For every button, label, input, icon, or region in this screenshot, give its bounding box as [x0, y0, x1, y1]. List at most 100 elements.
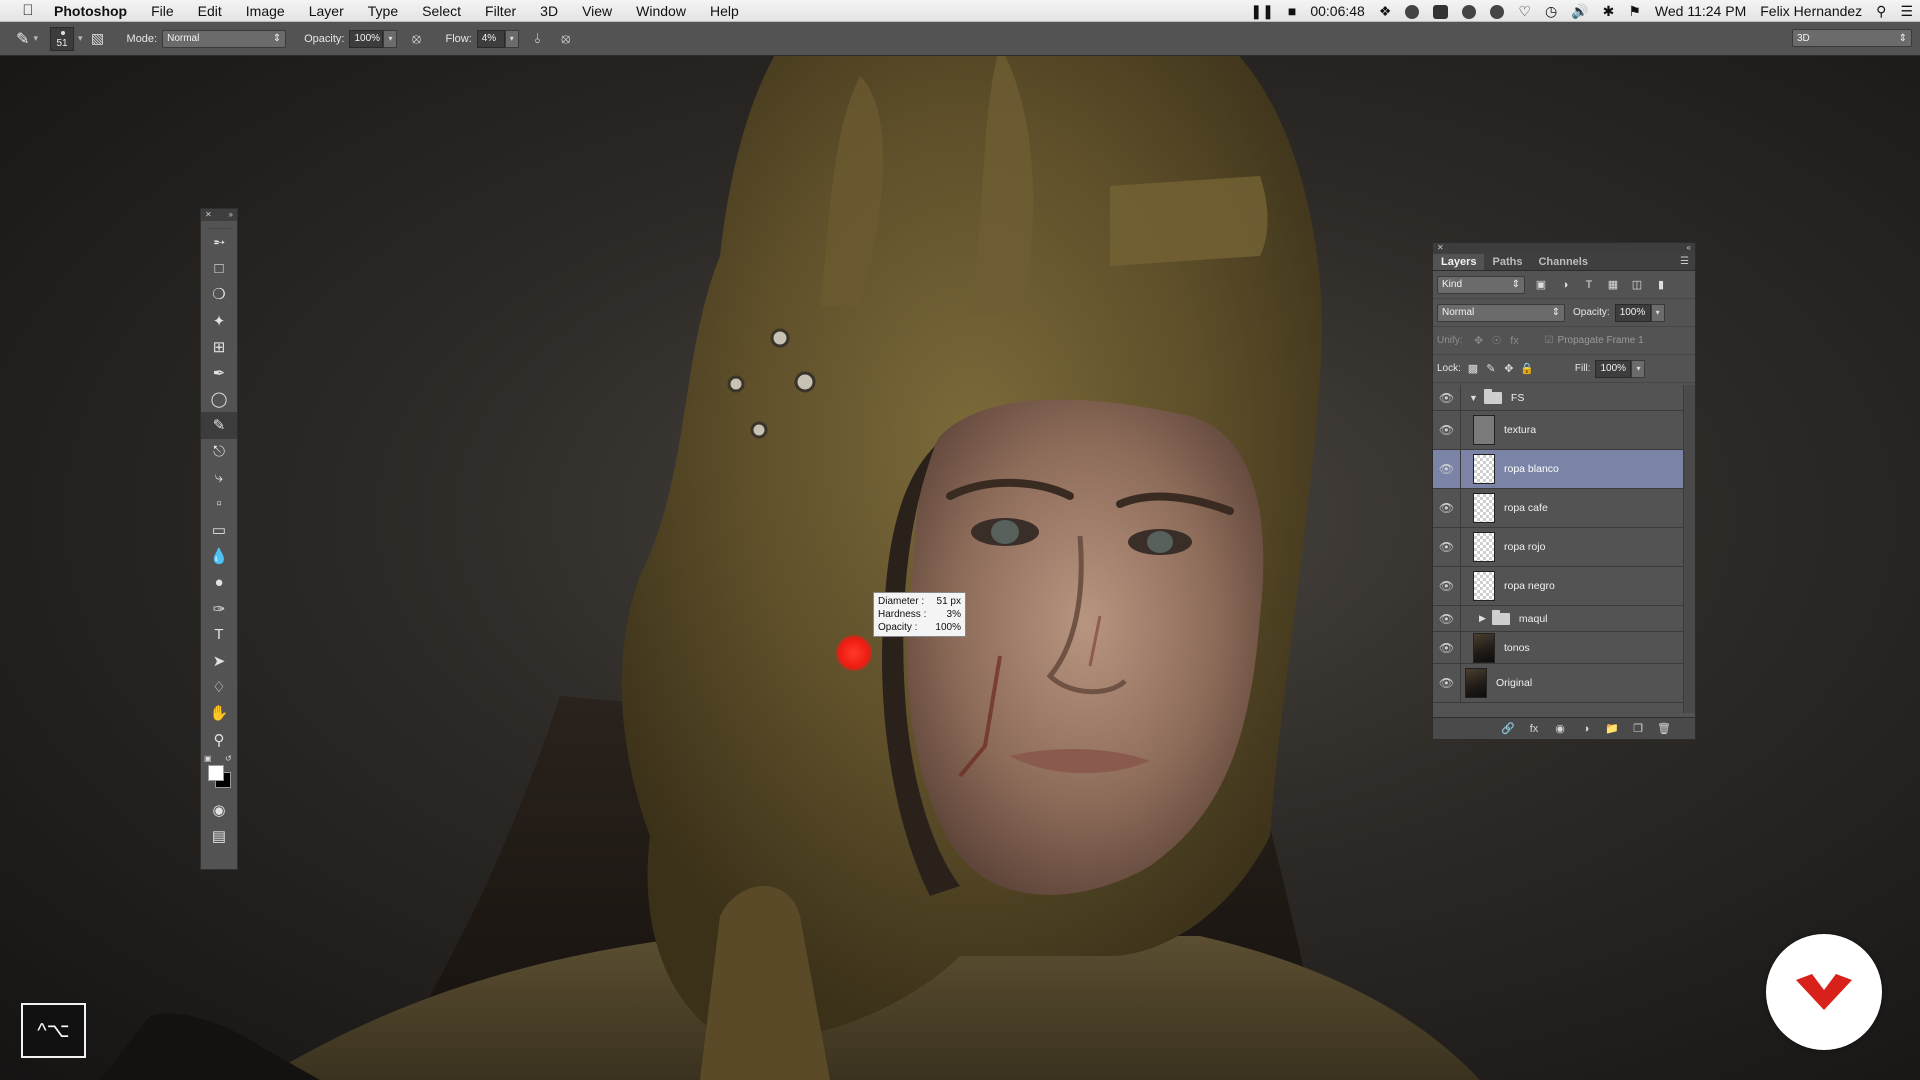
opacity-slider-arrow-icon[interactable]: ▾: [383, 29, 398, 48]
layer-ropa-rojo[interactable]: 👁 ropa rojo: [1433, 527, 1683, 567]
filter-type-icon[interactable]: T: [1581, 277, 1597, 293]
menu-file[interactable]: File: [139, 0, 186, 22]
adjustment-layer-icon[interactable]: ◑: [1573, 723, 1599, 735]
trash-icon[interactable]: 🗑: [1651, 722, 1677, 735]
visibility-eye-icon[interactable]: 👁: [1433, 631, 1461, 664]
menu-edit[interactable]: Edit: [186, 0, 234, 22]
visibility-eye-icon[interactable]: 👁: [1433, 488, 1461, 528]
panel-grip[interactable]: [207, 221, 231, 229]
filter-shape-icon[interactable]: ▦: [1605, 277, 1621, 293]
unify-visibility-icon[interactable]: ☉: [1489, 333, 1505, 349]
close-panel-icon[interactable]: ✕: [205, 209, 212, 221]
layers-scrollbar[interactable]: [1683, 385, 1695, 713]
filter-pixel-icon[interactable]: ▣: [1533, 277, 1549, 293]
spotlight-search-icon[interactable]: ⚲: [1869, 0, 1893, 22]
type-tool-icon[interactable]: T: [201, 622, 237, 648]
visibility-eye-icon[interactable]: 👁: [1433, 449, 1461, 489]
menu-layer[interactable]: Layer: [297, 0, 356, 22]
lock-transparent-icon[interactable]: ▩: [1465, 361, 1481, 377]
pause-recording-icon[interactable]: ❚❚: [1243, 0, 1280, 22]
eraser-tool-icon[interactable]: ▫: [201, 491, 237, 517]
new-layer-icon[interactable]: ❐: [1625, 722, 1651, 735]
move-tool-icon[interactable]: ➵: [201, 229, 237, 255]
shield-icon[interactable]: ♡: [1511, 0, 1538, 22]
close-panel-icon[interactable]: ✕: [1437, 243, 1444, 253]
fill-slider-arrow-icon[interactable]: ▾: [1631, 359, 1646, 378]
history-brush-tool-icon[interactable]: ⤷: [201, 465, 237, 491]
app-menu-photoshop[interactable]: Photoshop: [52, 0, 139, 22]
app-tray-icon[interactable]: [1426, 0, 1455, 22]
visibility-eye-icon[interactable]: 👁: [1433, 410, 1461, 450]
eyedropper-tool-icon[interactable]: ✒: [201, 360, 237, 386]
link-layers-icon[interactable]: 🔗: [1495, 722, 1521, 735]
tab-layers[interactable]: Layers: [1433, 254, 1485, 270]
fill-field[interactable]: 100%: [1595, 359, 1632, 378]
hand-tool-icon[interactable]: ✋: [201, 700, 237, 726]
tab-channels[interactable]: Channels: [1530, 254, 1596, 270]
visibility-eye-icon[interactable]: 👁: [1433, 605, 1461, 632]
dropbox-icon[interactable]: ❖: [1372, 0, 1399, 22]
filter-smart-object-icon[interactable]: ◫: [1629, 277, 1645, 293]
menu-view[interactable]: View: [570, 0, 624, 22]
clock-datetime[interactable]: Wed 11:24 PM: [1648, 0, 1753, 22]
lasso-tool-icon[interactable]: ❍: [201, 281, 237, 307]
brush-panel-toggle-icon[interactable]: ▧: [87, 28, 109, 50]
filter-kind-select[interactable]: Kind ⇕: [1437, 275, 1525, 294]
menu-window[interactable]: Window: [624, 0, 698, 22]
brush-tool-icon[interactable]: ✎: [201, 412, 237, 439]
volume-icon[interactable]: 🔊: [1564, 0, 1595, 22]
path-selection-tool-icon[interactable]: ➤: [201, 648, 237, 674]
status-circle-2-icon[interactable]: [1483, 0, 1511, 22]
lock-position-icon[interactable]: ✥: [1501, 361, 1517, 377]
propagate-checkbox[interactable]: ☑: [1545, 335, 1554, 346]
visibility-eye-icon[interactable]: 👁: [1433, 527, 1461, 567]
filter-toggle-icon[interactable]: ▮: [1653, 277, 1669, 293]
tab-paths[interactable]: Paths: [1484, 254, 1530, 270]
blur-tool-icon[interactable]: 💧: [201, 543, 237, 569]
unify-position-icon[interactable]: ✥: [1471, 333, 1487, 349]
dodge-tool-icon[interactable]: ●: [201, 569, 237, 595]
opacity-slider-arrow-icon[interactable]: ▾: [1650, 303, 1665, 322]
crop-tool-icon[interactable]: ⊞: [201, 334, 237, 360]
opacity-field[interactable]: 100%: [349, 29, 384, 48]
unify-style-icon[interactable]: fx: [1507, 333, 1523, 349]
menu-help[interactable]: Help: [698, 0, 751, 22]
bluetooth-icon[interactable]: ✱: [1596, 0, 1622, 22]
swap-colors-icon[interactable]: ↺: [225, 754, 232, 763]
quick-mask-icon[interactable]: ◉: [201, 797, 237, 823]
default-colors-icon[interactable]: ▣: [204, 754, 212, 763]
layer-tonos[interactable]: 👁 tonos: [1433, 631, 1683, 664]
menu-3d[interactable]: 3D: [528, 0, 570, 22]
lock-image-icon[interactable]: ✎: [1483, 361, 1499, 377]
blend-mode-select[interactable]: Normal ⇕: [1437, 303, 1565, 322]
expand-triangle-closed-icon[interactable]: ▶: [1479, 613, 1486, 624]
pressure-opacity-icon[interactable]: ⦻: [405, 28, 427, 50]
healing-brush-tool-icon[interactable]: ◯: [201, 386, 237, 412]
expand-triangle-open-icon[interactable]: ▼: [1469, 393, 1478, 403]
menu-select[interactable]: Select: [410, 0, 473, 22]
layer-opacity-field[interactable]: 100%: [1614, 303, 1651, 322]
add-mask-icon[interactable]: ◉: [1547, 722, 1573, 735]
gradient-tool-icon[interactable]: ▭: [201, 517, 237, 543]
collapse-panel-icon[interactable]: »: [229, 209, 233, 221]
lock-all-icon[interactable]: 🔒: [1519, 361, 1535, 377]
status-circle-icon[interactable]: [1455, 0, 1483, 22]
notification-center-icon[interactable]: ☰: [1893, 0, 1920, 22]
panel-menu-icon[interactable]: ☰: [1680, 254, 1689, 270]
layer-group-maqul[interactable]: 👁 ▶ maqul: [1433, 605, 1683, 632]
flag-input-icon[interactable]: ⚑: [1621, 0, 1648, 22]
layer-original[interactable]: 👁 Original: [1433, 663, 1683, 703]
zoom-tool-icon[interactable]: ⚲: [201, 727, 237, 753]
screen-mode-icon[interactable]: ▤: [201, 823, 237, 849]
layer-ropa-blanco[interactable]: 👁 ropa blanco: [1433, 449, 1683, 489]
collapse-panel-icon[interactable]: «: [1687, 243, 1691, 253]
menu-filter[interactable]: Filter: [473, 0, 528, 22]
visibility-eye-icon[interactable]: 👁: [1433, 384, 1461, 411]
time-machine-icon[interactable]: ◷: [1538, 0, 1564, 22]
pen-tool-icon[interactable]: ✑: [201, 596, 237, 622]
layer-ropa-cafe[interactable]: 👁 ropa cafe: [1433, 488, 1683, 528]
filter-adjustment-icon[interactable]: ◑: [1557, 277, 1573, 293]
clone-stamp-tool-icon[interactable]: ⎋: [201, 439, 237, 465]
brush-preset-picker[interactable]: 51: [50, 26, 74, 51]
layer-ropa-negro[interactable]: 👁 ropa negro: [1433, 566, 1683, 606]
